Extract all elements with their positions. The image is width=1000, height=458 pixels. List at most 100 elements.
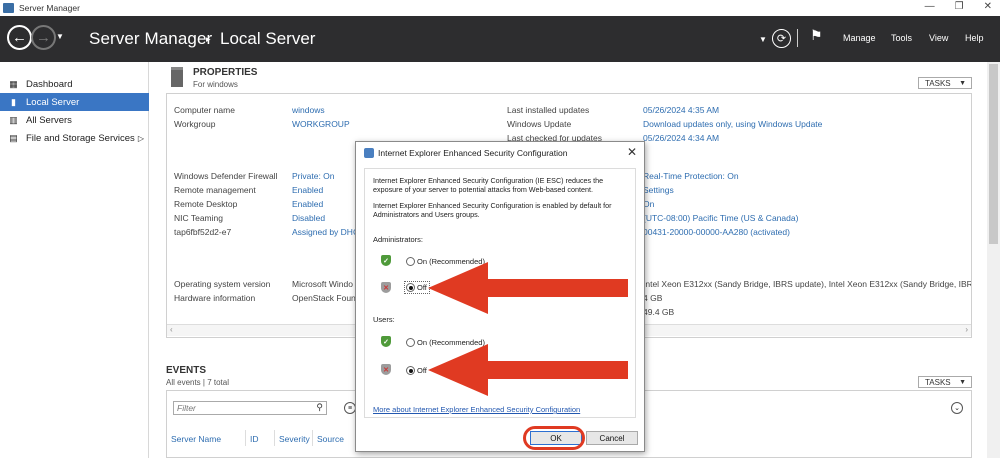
refresh-dropdown-icon[interactable]: ▼ (759, 35, 767, 44)
prop-value-timezone[interactable]: (UTC-08:00) Pacific Time (US & Canada) (643, 213, 798, 223)
servers-icon: ▥ (9, 114, 18, 125)
filter-placeholder: Filter (177, 403, 196, 413)
more-info-link[interactable]: More about Internet Explorer Enhanced Se… (373, 405, 580, 414)
column-id[interactable]: ID (250, 434, 259, 444)
arrow-shape (428, 262, 628, 314)
window-titlebar: Server Manager — ❐ ✕ (0, 0, 1000, 16)
search-icon[interactable]: ⚲ (316, 402, 323, 413)
dialog-default-note: Internet Explorer Enhanced Security Conf… (373, 201, 612, 219)
prop-value-computer-name[interactable]: windows (292, 105, 325, 115)
back-button[interactable]: ← (7, 25, 32, 50)
scrollbar-thumb[interactable] (989, 64, 998, 244)
dialog-close-icon[interactable]: ✕ (627, 145, 637, 159)
properties-title: PROPERTIES (193, 67, 258, 78)
prop-label: Remote management (174, 185, 256, 195)
refresh-button[interactable]: ⟳ (772, 29, 791, 48)
prop-label: Operating system version (174, 279, 271, 289)
scroll-right-icon[interactable]: › (965, 325, 968, 334)
expand-chevron-icon[interactable]: ⌄ (951, 402, 963, 414)
prop-label: Remote Desktop (174, 199, 238, 209)
users-on-radio[interactable] (406, 338, 415, 347)
chevron-down-icon: ▼ (959, 79, 966, 87)
cancel-button[interactable]: Cancel (586, 431, 638, 445)
admin-off-label[interactable]: Off (417, 283, 427, 292)
shield-off-icon: ✕ (381, 364, 391, 375)
forward-button[interactable]: → (31, 25, 56, 50)
menu-help[interactable]: Help (965, 33, 984, 43)
chevron-down-icon: ▼ (959, 378, 966, 386)
window-title: Server Manager (19, 3, 80, 13)
prop-label: Windows Update (507, 119, 572, 129)
shield-on-icon: ✓ (381, 336, 391, 347)
menu-manage[interactable]: Manage (843, 33, 876, 43)
prop-value-network[interactable]: Assigned by DHC (292, 227, 359, 237)
sidebar-item-label: All Servers (26, 114, 72, 126)
history-dropdown-icon[interactable]: ▼ (56, 32, 64, 41)
column-separator (312, 430, 313, 446)
tasks-label: TASKS (925, 377, 951, 387)
breadcrumb-root[interactable]: Server Manager (89, 29, 212, 49)
users-off-radio[interactable] (406, 366, 415, 375)
server-icon: ▮ (11, 96, 16, 107)
sidebar-item-label: File and Storage Services (26, 132, 135, 144)
events-subtitle: All events | 7 total (166, 378, 229, 387)
prop-value-defender[interactable]: Real-Time Protection: On (643, 171, 739, 181)
admin-on-radio[interactable] (406, 257, 415, 266)
tasks-label: TASKS (925, 78, 951, 88)
scroll-left-icon[interactable]: ‹ (170, 325, 173, 334)
column-separator (274, 430, 275, 446)
column-source[interactable]: Source (317, 434, 344, 444)
sidebar-item-all-servers[interactable]: ▥ All Servers (0, 111, 149, 129)
back-arrow-icon: ← (12, 29, 27, 46)
prop-value-last-installed[interactable]: 05/26/2024 4:35 AM (643, 105, 719, 115)
main-scrollbar[interactable] (987, 62, 1000, 458)
shield-on-icon: ✓ (381, 255, 391, 266)
admin-off-arrow-annotation (428, 262, 628, 314)
events-filter-input[interactable]: Filter ⚲ (173, 401, 327, 415)
admin-off-radio[interactable] (406, 283, 415, 292)
prop-value-product-id[interactable]: 00431-20000-00000-AA280 (activated) (643, 227, 790, 237)
server-manager-icon (3, 3, 14, 13)
column-severity[interactable]: Severity (279, 434, 310, 444)
prop-value-nic-teaming[interactable]: Disabled (292, 213, 325, 223)
close-icon[interactable]: ✕ (984, 1, 992, 12)
minimize-icon[interactable]: — (925, 1, 935, 12)
administrators-label: Administrators: (373, 235, 424, 244)
properties-tasks-button[interactable]: TASKS ▼ (918, 77, 972, 89)
window-controls: — ❐ ✕ (925, 1, 992, 12)
prop-value-feedback[interactable]: Settings (643, 185, 674, 195)
sidebar-item-local-server[interactable]: ▮ Local Server (0, 93, 149, 111)
sidebar: ▦ Dashboard ▮ Local Server ▥ All Servers… (0, 62, 149, 458)
restore-icon[interactable]: ❐ (955, 1, 964, 12)
prop-value-firewall[interactable]: Private: On (292, 171, 335, 181)
properties-server-icon (171, 67, 183, 87)
sidebar-item-file-storage[interactable]: ▤ File and Storage Services ▷ (0, 129, 149, 147)
prop-value-last-checked[interactable]: 05/26/2024 4:34 AM (643, 133, 719, 143)
breadcrumb-current: Local Server (220, 29, 316, 48)
prop-value-windows-update[interactable]: Download updates only, using Windows Upd… (643, 119, 822, 129)
notifications-flag-icon[interactable]: ⚑ (810, 27, 823, 44)
prop-label: tap6fbf52d2-e7 (174, 227, 232, 237)
events-title: EVENTS (166, 365, 207, 376)
header-divider (797, 29, 798, 47)
users-off-arrow-annotation (428, 344, 628, 396)
prop-value-workgroup[interactable]: WORKGROUP (292, 119, 350, 129)
breadcrumb-separator-icon: ▸ (206, 34, 211, 44)
ie-esc-icon (364, 148, 374, 158)
sidebar-item-dashboard[interactable]: ▦ Dashboard (0, 75, 149, 93)
prop-label: Workgroup (174, 119, 216, 129)
storage-icon: ▤ (9, 132, 18, 143)
users-off-label[interactable]: Off (417, 366, 427, 375)
prop-value-memory: 4 GB (643, 293, 663, 303)
events-tasks-button[interactable]: TASKS ▼ (918, 376, 972, 388)
expand-arrow-icon[interactable]: ▷ (138, 134, 144, 143)
prop-value-remote-management[interactable]: Enabled (292, 185, 323, 195)
prop-label: Computer name (174, 105, 235, 115)
prop-value-remote-desktop[interactable]: Enabled (292, 199, 323, 209)
column-server-name[interactable]: Server Name (171, 434, 221, 444)
menu-view[interactable]: View (929, 33, 948, 43)
shield-off-icon: ✕ (381, 282, 391, 293)
prop-label: Hardware information (174, 293, 256, 303)
dashboard-icon: ▦ (9, 78, 18, 89)
menu-tools[interactable]: Tools (891, 33, 912, 43)
